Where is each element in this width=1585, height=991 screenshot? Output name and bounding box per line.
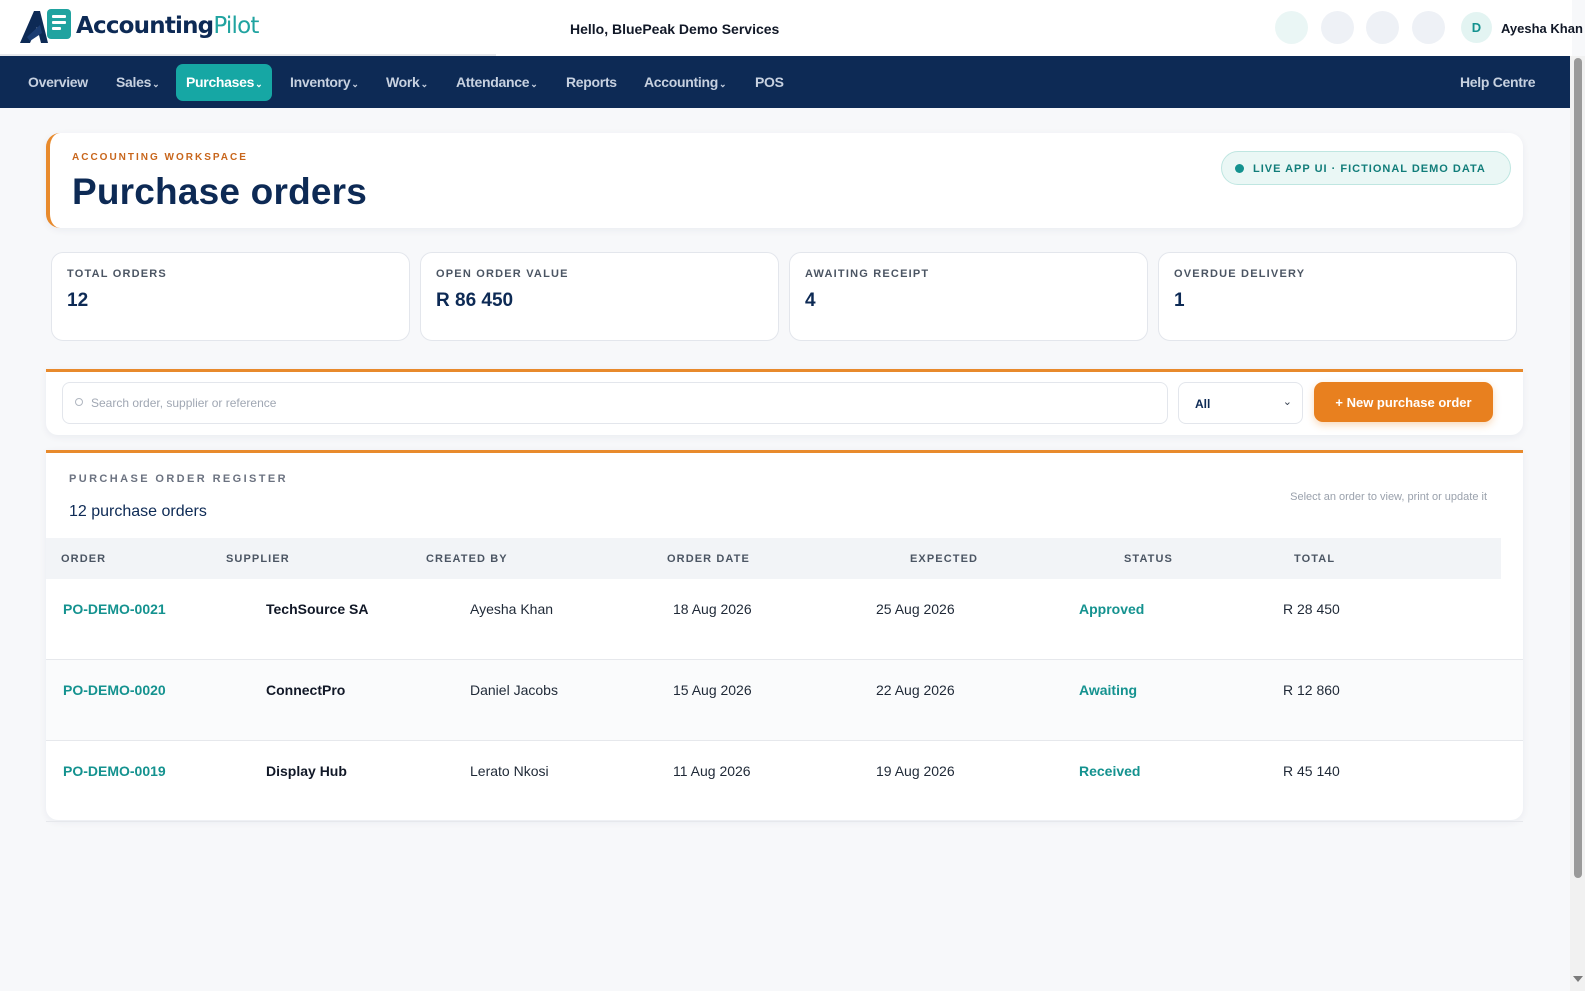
- nav-work[interactable]: Work⌄: [386, 74, 428, 90]
- order-date-cell: 11 Aug 2026: [673, 763, 751, 779]
- stat-card-total-orders: TOTAL ORDERS 12: [51, 252, 410, 341]
- quick-action-icon[interactable]: [1275, 11, 1308, 44]
- chevron-down-icon: ⌄: [351, 79, 359, 89]
- register-title: PURCHASE ORDER REGISTER: [69, 473, 288, 485]
- nav-inventory[interactable]: Inventory⌄: [290, 74, 359, 90]
- total-cell: R 45 140: [1283, 763, 1340, 779]
- stat-label: AWAITING RECEIPT: [805, 268, 930, 280]
- expected-cell: 22 Aug 2026: [876, 682, 955, 698]
- page-header-card: ACCOUNTING WORKSPACE Purchase orders LIV…: [46, 133, 1523, 228]
- expected-cell: 19 Aug 2026: [876, 763, 955, 779]
- stat-card-awaiting-receipt: AWAITING RECEIPT 4: [789, 252, 1148, 341]
- stat-label: OVERDUE DELIVERY: [1174, 268, 1306, 280]
- logo-text: AccountingPilot: [76, 13, 259, 39]
- stat-value: R 86 450: [436, 290, 514, 311]
- created-by-cell: Ayesha Khan: [470, 601, 554, 617]
- status-cell: Approved: [1079, 601, 1145, 617]
- new-purchase-order-button[interactable]: + New purchase order: [1314, 382, 1493, 422]
- status-filter-select[interactable]: All ⌄: [1178, 382, 1303, 424]
- nav-attendance[interactable]: Attendance⌄: [456, 74, 538, 90]
- supplier-cell: Display Hub: [266, 763, 347, 779]
- register-hint: Select an order to view, print or update…: [1290, 491, 1487, 503]
- user-name[interactable]: Ayesha Khan: [1501, 21, 1583, 36]
- column-header-expected[interactable]: EXPECTED: [910, 553, 978, 565]
- order-link[interactable]: PO-DEMO-0019: [63, 763, 166, 779]
- nav-accounting[interactable]: Accounting⌄: [644, 74, 727, 90]
- supplier-cell: TechSource SA: [266, 601, 369, 617]
- order-link[interactable]: PO-DEMO-0021: [63, 601, 166, 617]
- chevron-down-icon: ⌄: [530, 79, 538, 89]
- created-by-cell: Lerato Nkosi: [470, 763, 549, 779]
- table-row[interactable]: PO-DEMO-0020 ConnectPro Daniel Jacobs 15…: [46, 660, 1523, 741]
- expected-cell: 25 Aug 2026: [876, 601, 955, 617]
- logo-icon: [20, 9, 71, 43]
- greeting-text: Hello, BluePeak Demo Services: [570, 21, 780, 37]
- main-nav: Overview Sales⌄ Purchases⌄ Inventory⌄ Wo…: [0, 56, 1570, 108]
- column-header-supplier[interactable]: SUPPLIER: [226, 553, 290, 565]
- scroll-down-icon[interactable]: [1573, 976, 1583, 982]
- stat-label: OPEN ORDER VALUE: [436, 268, 569, 280]
- order-date-cell: 18 Aug 2026: [673, 601, 752, 617]
- supplier-cell: ConnectPro: [266, 682, 346, 698]
- column-header-order[interactable]: ORDER: [61, 553, 106, 565]
- status-cell: Received: [1079, 763, 1141, 779]
- order-date-cell: 15 Aug 2026: [673, 682, 752, 698]
- search-input[interactable]: Search order, supplier or reference: [62, 382, 1168, 424]
- live-dot-icon: [1235, 164, 1244, 173]
- status-badge: LIVE APP UI · FICTIONAL DEMO DATA: [1221, 151, 1511, 185]
- column-header-order-date[interactable]: ORDER DATE: [667, 553, 750, 565]
- nav-reports[interactable]: Reports: [566, 74, 618, 90]
- chevron-down-icon: ⌄: [719, 79, 727, 89]
- register-count: 12 purchase orders: [69, 503, 207, 520]
- table-row[interactable]: PO-DEMO-0021 TechSource SA Ayesha Khan 1…: [46, 579, 1523, 660]
- order-link[interactable]: PO-DEMO-0020: [63, 682, 166, 698]
- notification-icon[interactable]: [1321, 11, 1354, 44]
- column-header-total[interactable]: TOTAL: [1294, 553, 1335, 565]
- stat-value: 1: [1174, 290, 1185, 311]
- stat-card-overdue-delivery: OVERDUE DELIVERY 1: [1158, 252, 1517, 341]
- nav-sales[interactable]: Sales⌄: [116, 74, 160, 90]
- status-cell: Awaiting: [1079, 682, 1138, 698]
- stat-value: 12: [67, 290, 89, 311]
- table-header: ORDER SUPPLIER CREATED BY ORDER DATE EXP…: [46, 538, 1501, 579]
- stat-card-open-order-value: OPEN ORDER VALUE R 86 450: [420, 252, 779, 341]
- search-placeholder: Search order, supplier or reference: [91, 396, 277, 410]
- chevron-down-icon: ⌄: [420, 79, 429, 89]
- nav-pos[interactable]: POS: [755, 74, 785, 90]
- user-avatar[interactable]: D: [1461, 12, 1492, 43]
- stat-value: 4: [805, 290, 816, 311]
- column-header-created-by[interactable]: CREATED BY: [426, 553, 508, 565]
- nav-overview[interactable]: Overview: [28, 74, 89, 90]
- settings-icon[interactable]: [1412, 11, 1445, 44]
- message-icon[interactable]: [1366, 11, 1399, 44]
- purchase-order-register: PURCHASE ORDER REGISTER 12 purchase orde…: [46, 450, 1523, 822]
- stat-label: TOTAL ORDERS: [67, 268, 167, 280]
- page-title: Purchase orders: [72, 171, 368, 212]
- filter-toolbar: Search order, supplier or reference All …: [46, 369, 1523, 435]
- column-header-status[interactable]: STATUS: [1124, 553, 1173, 565]
- page-eyebrow: ACCOUNTING WORKSPACE: [72, 152, 248, 163]
- chevron-down-icon: ⌄: [152, 79, 160, 89]
- app-logo[interactable]: AccountingPilot: [18, 7, 259, 45]
- total-cell: R 12 860: [1283, 682, 1340, 698]
- total-cell: R 28 450: [1283, 601, 1340, 617]
- status-filter-value: All: [1195, 397, 1211, 411]
- scrollbar-thumb[interactable]: [1574, 58, 1582, 878]
- nav-help-centre[interactable]: Help Centre: [1460, 74, 1536, 90]
- search-icon: [75, 398, 83, 406]
- top-bar: AccountingPilot Hello, BluePeak Demo Ser…: [0, 0, 1583, 56]
- nav-purchases[interactable]: Purchases⌄: [176, 64, 273, 101]
- created-by-cell: Daniel Jacobs: [470, 682, 558, 698]
- chevron-down-icon: ⌄: [255, 79, 263, 89]
- table-row[interactable]: PO-DEMO-0019 Display Hub Lerato Nkosi 11…: [46, 741, 1523, 822]
- status-badge-label: LIVE APP UI · FICTIONAL DEMO DATA: [1253, 163, 1486, 175]
- chevron-down-icon: ⌄: [1282, 396, 1292, 408]
